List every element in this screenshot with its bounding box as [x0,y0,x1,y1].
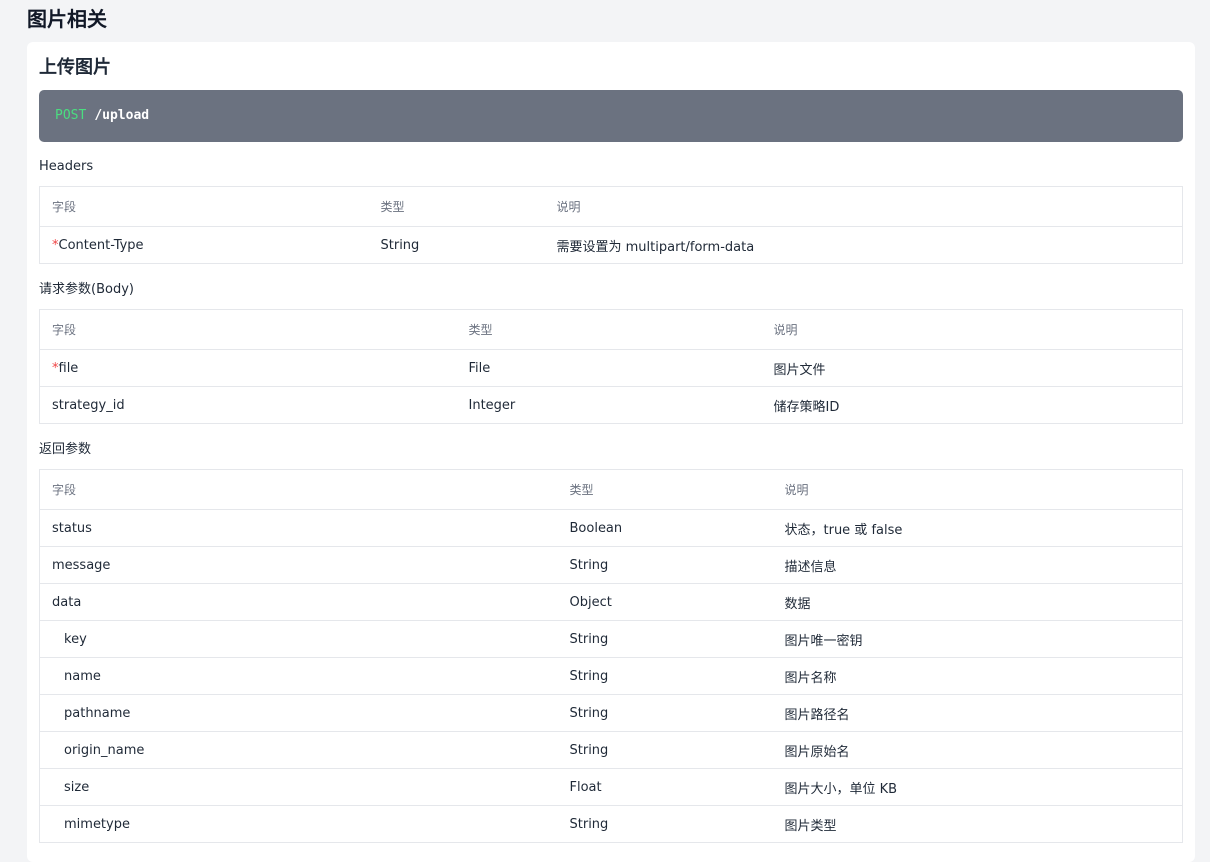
column-header: 说明 [544,186,1183,227]
table-row: message String 描述信息 [39,546,1183,584]
table-header-row: 字段 类型 说明 [39,186,1183,227]
desc-cell: 描述信息 [772,546,1183,584]
type-cell: Float [557,768,773,806]
column-header: 字段 [39,309,457,350]
column-header: 字段 [39,186,369,227]
desc-cell: 图片路径名 [772,694,1183,732]
http-method: POST [55,108,87,123]
table-row: *Content-Type String 需要设置为 multipart/for… [39,226,1183,264]
field-cell: status [39,509,558,547]
body-params-label: 请求参数(Body) [39,282,134,297]
type-cell: Integer [456,386,762,424]
table-row: key String 图片唯一密钥 [39,620,1183,658]
field-cell: *Content-Type [39,226,369,264]
response-params-label: 返回参数 [39,442,92,457]
response-params-table: 字段 类型 说明 status Boolean 状态，true 或 false … [39,469,1183,843]
field-cell: data [39,583,558,621]
type-cell: String [557,805,773,843]
desc-cell: 图片文件 [761,349,1183,387]
type-cell: String [557,546,773,584]
desc-cell: 状态，true 或 false [772,509,1183,547]
field-cell: key [39,620,558,658]
type-cell: Boolean [557,509,773,547]
api-title: 上传图片 [39,57,111,78]
desc-cell: 图片大小，单位 KB [772,768,1183,806]
endpoint-path: /upload [94,108,150,123]
table-row: status Boolean 状态，true 或 false [39,509,1183,547]
desc-cell: 需要设置为 multipart/form-data [544,226,1183,264]
headers-table: 字段 类型 说明 *Content-Type String 需要设置为 mult… [39,186,1183,264]
column-header: 类型 [368,186,545,227]
table-row: *file File 图片文件 [39,349,1183,387]
field-cell: *file [39,349,457,387]
field-cell: mimetype [39,805,558,843]
type-cell: Object [557,583,773,621]
type-cell: String [557,620,773,658]
api-card: 上传图片 POST/upload Headers 字段 类型 说明 *Conte… [27,42,1195,862]
column-header: 说明 [761,309,1183,350]
field-name: Content-Type [58,237,144,253]
table-header-row: 字段 类型 说明 [39,309,1183,350]
desc-cell: 图片原始名 [772,731,1183,769]
table-row: pathname String 图片路径名 [39,694,1183,732]
type-cell: File [456,349,762,387]
type-cell: String [557,694,773,732]
table-row: data Object 数据 [39,583,1183,621]
field-cell: message [39,546,558,584]
table-row: size Float 图片大小，单位 KB [39,768,1183,806]
headers-label: Headers [39,159,94,174]
field-cell: strategy_id [39,386,457,424]
desc-cell: 图片唯一密钥 [772,620,1183,658]
column-header: 类型 [557,469,773,510]
desc-cell: 数据 [772,583,1183,621]
type-cell: String [368,226,545,264]
table-header-row: 字段 类型 说明 [39,469,1183,510]
desc-cell: 储存策略ID [761,386,1183,424]
type-cell: String [557,731,773,769]
body-params-table: 字段 类型 说明 *file File 图片文件 strategy_id Int… [39,309,1183,424]
table-row: name String 图片名称 [39,657,1183,695]
column-header: 类型 [456,309,762,350]
field-cell: pathname [39,694,558,732]
field-cell: origin_name [39,731,558,769]
endpoint-bar[interactable]: POST/upload [39,90,1183,142]
field-cell: size [39,768,558,806]
table-row: mimetype String 图片类型 [39,805,1183,843]
table-row: strategy_id Integer 储存策略ID [39,386,1183,424]
page: 图片相关 上传图片 POST/upload Headers 字段 类型 说明 *… [0,0,1210,862]
column-header: 字段 [39,469,558,510]
table-row: origin_name String 图片原始名 [39,731,1183,769]
desc-cell: 图片类型 [772,805,1183,843]
column-header: 说明 [772,469,1183,510]
type-cell: String [557,657,773,695]
desc-cell: 图片名称 [772,657,1183,695]
field-cell: name [39,657,558,695]
section-title: 图片相关 [27,7,107,31]
field-name: file [58,360,79,376]
